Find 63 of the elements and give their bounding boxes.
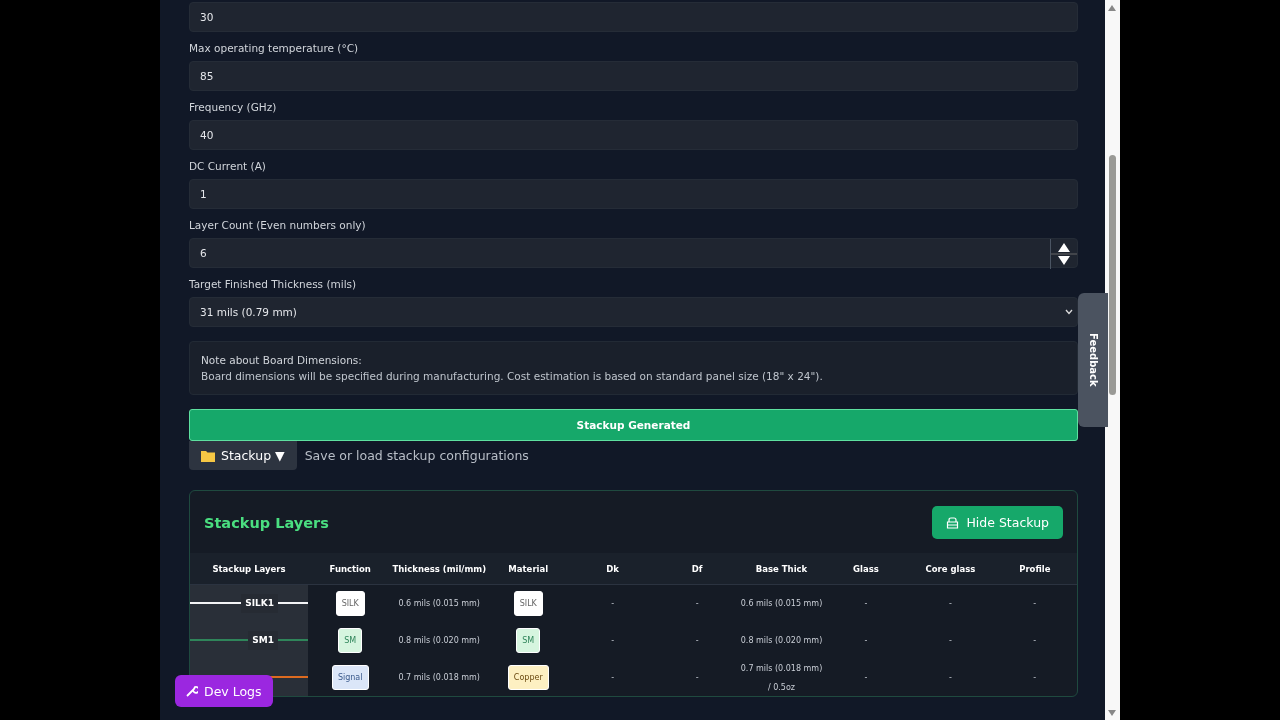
input-field[interactable]: 40 xyxy=(189,120,1078,150)
material-tag: SM xyxy=(516,628,541,653)
chevron-icon xyxy=(1065,309,1073,315)
table-cell-text: 0.6 mils (0.015 mm) xyxy=(397,598,481,610)
field-label: Layer Count (Even numbers only) xyxy=(189,219,367,231)
column-header: Profile xyxy=(992,553,1077,585)
column-header: Thickness (mil/mm) xyxy=(392,553,487,585)
field-label: Target Finished Thickness (mils) xyxy=(189,278,358,290)
column-header: Glass xyxy=(823,553,909,585)
note-text: Board dimensions will be specified during manufacturing. Cost estimation is based on standard panel size (18" x 24"). xyxy=(201,370,824,382)
feedback-tab[interactable]: Feedback xyxy=(1078,293,1108,427)
column-header: Stackup Layers xyxy=(190,553,308,585)
table-cell-text: - xyxy=(610,598,616,610)
layer-name: SILK1 xyxy=(241,594,278,613)
folder-icon xyxy=(201,449,215,462)
stackup-hint: Save or load stackup configurations xyxy=(304,448,529,463)
field-label: Frequency (GHz) xyxy=(189,101,278,113)
table-cell-text: - xyxy=(1032,672,1038,684)
table-cell-text: - xyxy=(1032,635,1038,647)
wrench-icon xyxy=(186,685,198,697)
lock-icon xyxy=(946,516,960,529)
input-field[interactable]: 1 xyxy=(189,179,1078,209)
material-tag: Copper xyxy=(507,665,549,690)
function-tag: SILK xyxy=(335,591,365,616)
material-tag: SILK xyxy=(513,591,543,616)
note-title: Note about Board Dimensions: xyxy=(201,354,363,366)
table-cell-text: 0.8 mils (0.020 mm) xyxy=(397,635,481,647)
table-cell-text: - xyxy=(947,598,953,610)
column-header: Function xyxy=(308,553,393,585)
column-header: Core glass xyxy=(908,553,993,585)
table-cell-text: 0.7 mils (0.018 mm) / 0.5oz xyxy=(739,662,824,694)
table-cell-text: 0.7 mils (0.018 mm) xyxy=(397,672,481,684)
column-header: Base Thick xyxy=(739,553,824,585)
table-cell-text: - xyxy=(610,635,616,647)
table-cell-text: - xyxy=(863,635,869,647)
table-cell-text: - xyxy=(863,672,869,684)
table-cell-text: - xyxy=(694,598,700,610)
field-label: Max operating temperature (°C) xyxy=(189,42,360,54)
card-title: Stackup Layers xyxy=(204,514,329,531)
table-cell-text: 0.6 mils (0.015 mm) xyxy=(739,598,824,610)
function-tag: Signal xyxy=(331,665,369,690)
column-header: Df xyxy=(654,553,740,585)
table-cell-text: - xyxy=(610,672,616,684)
spinner-icon[interactable] xyxy=(1050,239,1077,269)
column-header: Dk xyxy=(570,553,655,585)
table-cell-text: - xyxy=(947,672,953,684)
stackup-menu-button[interactable]: Stackup ▼ xyxy=(189,441,297,470)
table-cell-text: - xyxy=(694,672,700,684)
function-tag: SM xyxy=(338,628,363,653)
field-label: DC Current (A) xyxy=(189,160,267,172)
scrollbar[interactable] xyxy=(1105,0,1120,720)
dev-logs-button[interactable]: Dev Logs xyxy=(175,675,273,707)
table-cell-text: - xyxy=(1032,598,1038,610)
input-field[interactable]: 85 xyxy=(189,61,1078,91)
table-cell-text: - xyxy=(694,635,700,647)
table-cell-text: - xyxy=(947,635,953,647)
table-cell-text: - xyxy=(863,598,869,610)
dropdown[interactable]: 31 mils (0.79 mm) xyxy=(189,297,1078,327)
input-field[interactable]: 6 xyxy=(189,238,1078,268)
layer-name: SM1 xyxy=(248,631,278,650)
input-field[interactable]: 30 xyxy=(189,2,1078,32)
column-header: Material xyxy=(486,553,571,585)
table-cell-text: 0.8 mils (0.020 mm) xyxy=(739,635,824,647)
